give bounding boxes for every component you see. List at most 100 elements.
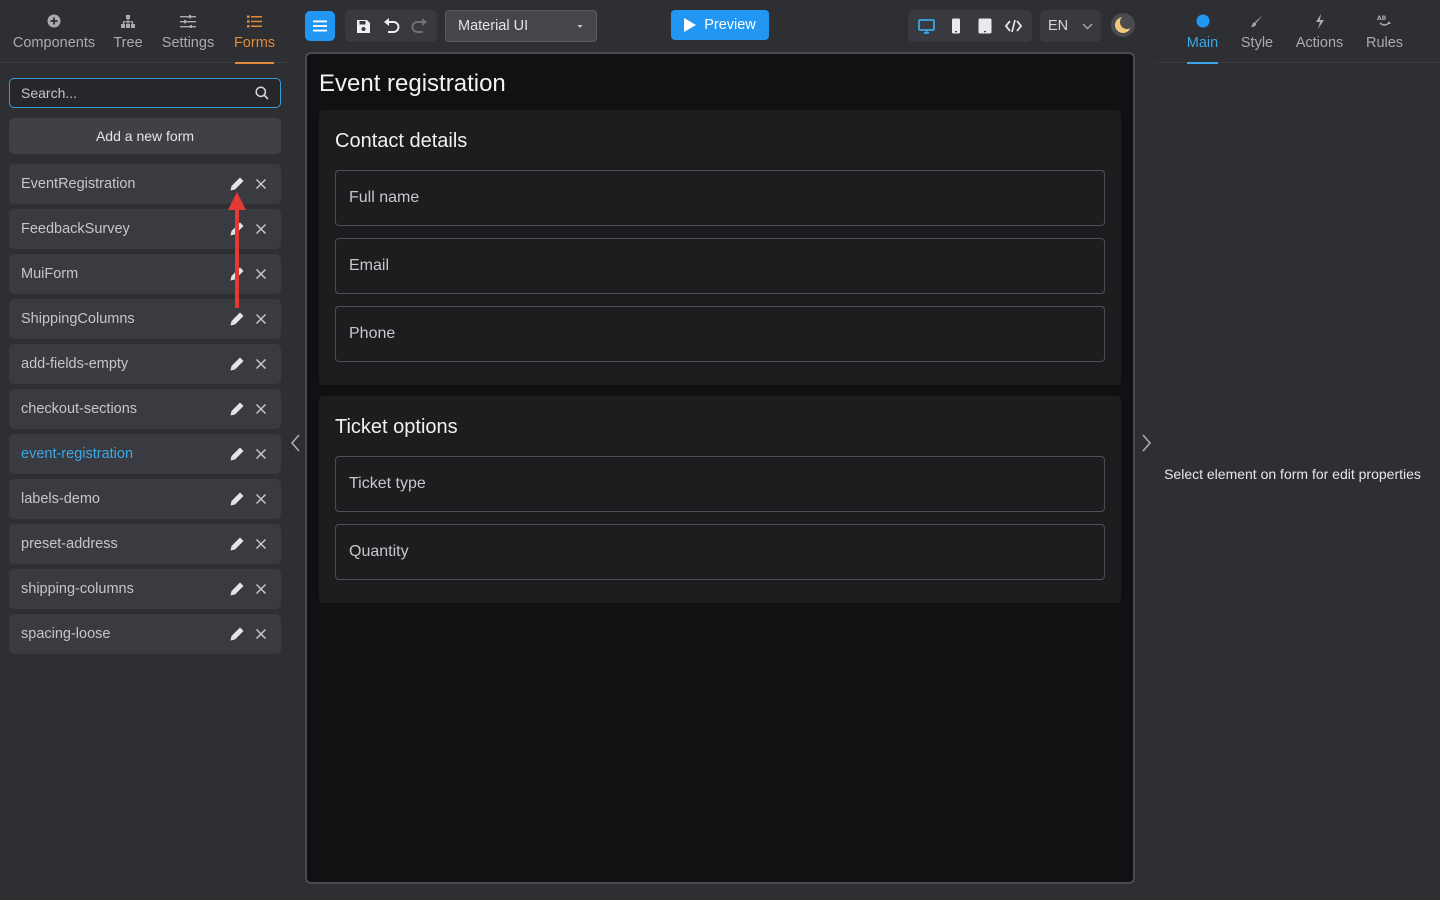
tab-actions[interactable]: Actions xyxy=(1296,0,1343,63)
delete-close-icon[interactable] xyxy=(253,626,269,642)
svg-text:AB: AB xyxy=(1377,15,1387,22)
menu-button[interactable] xyxy=(305,11,335,41)
dot-icon xyxy=(1196,10,1210,32)
form-list-item[interactable]: spacing-loose xyxy=(9,614,281,654)
search-box xyxy=(9,78,281,108)
phone-field[interactable]: Phone xyxy=(335,306,1105,362)
language-select[interactable]: EN xyxy=(1040,10,1101,42)
form-name: MuiForm xyxy=(21,266,79,282)
edit-pencil-icon[interactable] xyxy=(229,221,245,237)
left-panel: Components Tree Settings Forms Add a new… xyxy=(0,0,290,900)
section-contact-details[interactable]: Contact details Full name Email Phone xyxy=(319,110,1121,385)
properties-tab-bar: Main Style Actions AB Rules xyxy=(1155,0,1440,64)
tab-actions-label: Actions xyxy=(1295,35,1344,51)
form-canvas[interactable]: Event registration Contact details Full … xyxy=(305,52,1135,884)
delete-close-icon[interactable] xyxy=(253,536,269,552)
form-list-item[interactable]: MuiForm xyxy=(9,254,281,294)
form-list-item[interactable]: event-registration xyxy=(9,434,281,474)
form-list-item[interactable]: add-fields-empty xyxy=(9,344,281,384)
form-title: Event registration xyxy=(319,70,506,97)
mobile-icon[interactable] xyxy=(945,15,967,37)
edit-pencil-icon[interactable] xyxy=(229,266,245,282)
tab-style[interactable]: Style xyxy=(1241,0,1273,63)
edit-pencil-icon[interactable] xyxy=(229,581,245,597)
edit-pencil-icon[interactable] xyxy=(229,311,245,327)
tab-tree[interactable]: Tree xyxy=(112,0,144,63)
delete-close-icon[interactable] xyxy=(253,446,269,462)
save-icon[interactable] xyxy=(352,15,374,37)
redo-icon[interactable] xyxy=(408,15,430,37)
play-icon xyxy=(684,18,697,32)
desktop-icon[interactable] xyxy=(916,15,938,37)
form-name: EventRegistration xyxy=(21,176,136,192)
properties-empty-message: Select element on form for edit properti… xyxy=(1164,466,1421,482)
form-list-item[interactable]: FeedbackSurvey xyxy=(9,209,281,249)
delete-close-icon[interactable] xyxy=(253,176,269,192)
form-list-item[interactable]: labels-demo xyxy=(9,479,281,519)
tab-settings-label: Settings xyxy=(161,35,215,51)
edit-pencil-icon[interactable] xyxy=(229,491,245,507)
delete-close-icon[interactable] xyxy=(253,401,269,417)
theme-select-value: Material UI xyxy=(458,18,529,34)
section-title: Ticket options xyxy=(335,416,458,438)
add-new-form-button[interactable]: Add a new form xyxy=(9,118,281,154)
form-name: ShippingColumns xyxy=(21,311,135,327)
tree-icon xyxy=(121,10,135,32)
form-list-item[interactable]: preset-address xyxy=(9,524,281,564)
form-list-item[interactable]: checkout-sections xyxy=(9,389,281,429)
tab-rules[interactable]: AB Rules xyxy=(1366,0,1403,63)
field-label: Ticket type xyxy=(349,475,426,492)
edit-pencil-icon[interactable] xyxy=(229,356,245,372)
tab-components-label: Components xyxy=(12,35,96,51)
device-switcher xyxy=(908,10,1032,42)
tab-tree-label: Tree xyxy=(113,35,143,51)
form-list: EventRegistration FeedbackSurvey MuiForm Sh… xyxy=(9,164,281,659)
tab-style-label: Style xyxy=(1240,35,1274,51)
email-field[interactable]: Email xyxy=(335,238,1105,294)
search-icon[interactable] xyxy=(255,86,269,100)
form-name: preset-address xyxy=(21,536,118,552)
tab-components[interactable]: Components xyxy=(12,0,96,63)
edit-pencil-icon[interactable] xyxy=(229,176,245,192)
brush-icon xyxy=(1250,10,1264,32)
edit-pencil-icon[interactable] xyxy=(229,446,245,462)
search-input[interactable] xyxy=(21,85,255,101)
delete-close-icon[interactable] xyxy=(253,356,269,372)
theme-select[interactable]: Material UI xyxy=(445,10,597,42)
edit-pencil-icon[interactable] xyxy=(229,536,245,552)
section-ticket-options[interactable]: Ticket options Ticket type Quantity xyxy=(319,396,1121,603)
code-icon[interactable] xyxy=(1003,15,1025,37)
tab-main-label: Main xyxy=(1186,35,1219,51)
delete-close-icon[interactable] xyxy=(253,491,269,507)
moon-icon xyxy=(1110,12,1136,38)
form-name: checkout-sections xyxy=(21,401,138,417)
form-list-item[interactable]: shipping-columns xyxy=(9,569,281,609)
delete-close-icon[interactable] xyxy=(253,581,269,597)
form-name: labels-demo xyxy=(21,491,100,507)
full-name-field[interactable]: Full name xyxy=(335,170,1105,226)
field-label: Phone xyxy=(349,325,396,342)
list-icon xyxy=(247,10,262,32)
collapse-right-panel-chevron-icon[interactable] xyxy=(1138,432,1154,454)
dark-mode-toggle[interactable] xyxy=(1110,12,1136,38)
ticket-type-field[interactable]: Ticket type xyxy=(335,456,1105,512)
tab-main[interactable]: Main xyxy=(1186,0,1219,64)
chevron-down-icon xyxy=(1082,23,1093,30)
quantity-field[interactable]: Quantity xyxy=(335,524,1105,580)
delete-close-icon[interactable] xyxy=(253,221,269,237)
form-name: add-fields-empty xyxy=(21,356,129,372)
edit-pencil-icon[interactable] xyxy=(229,401,245,417)
undo-icon[interactable] xyxy=(380,15,402,37)
sliders-icon xyxy=(180,10,196,32)
form-list-item[interactable]: ShippingColumns xyxy=(9,299,281,339)
tab-forms[interactable]: Forms xyxy=(234,0,275,64)
tab-rules-label: Rules xyxy=(1365,35,1404,51)
delete-close-icon[interactable] xyxy=(253,311,269,327)
preview-button[interactable]: Preview xyxy=(671,10,769,40)
collapse-left-panel-chevron-icon[interactable] xyxy=(288,432,304,454)
tab-settings[interactable]: Settings xyxy=(162,0,214,63)
form-list-item[interactable]: EventRegistration xyxy=(9,164,281,204)
edit-pencil-icon[interactable] xyxy=(229,626,245,642)
delete-close-icon[interactable] xyxy=(253,266,269,282)
tablet-icon[interactable] xyxy=(974,15,996,37)
